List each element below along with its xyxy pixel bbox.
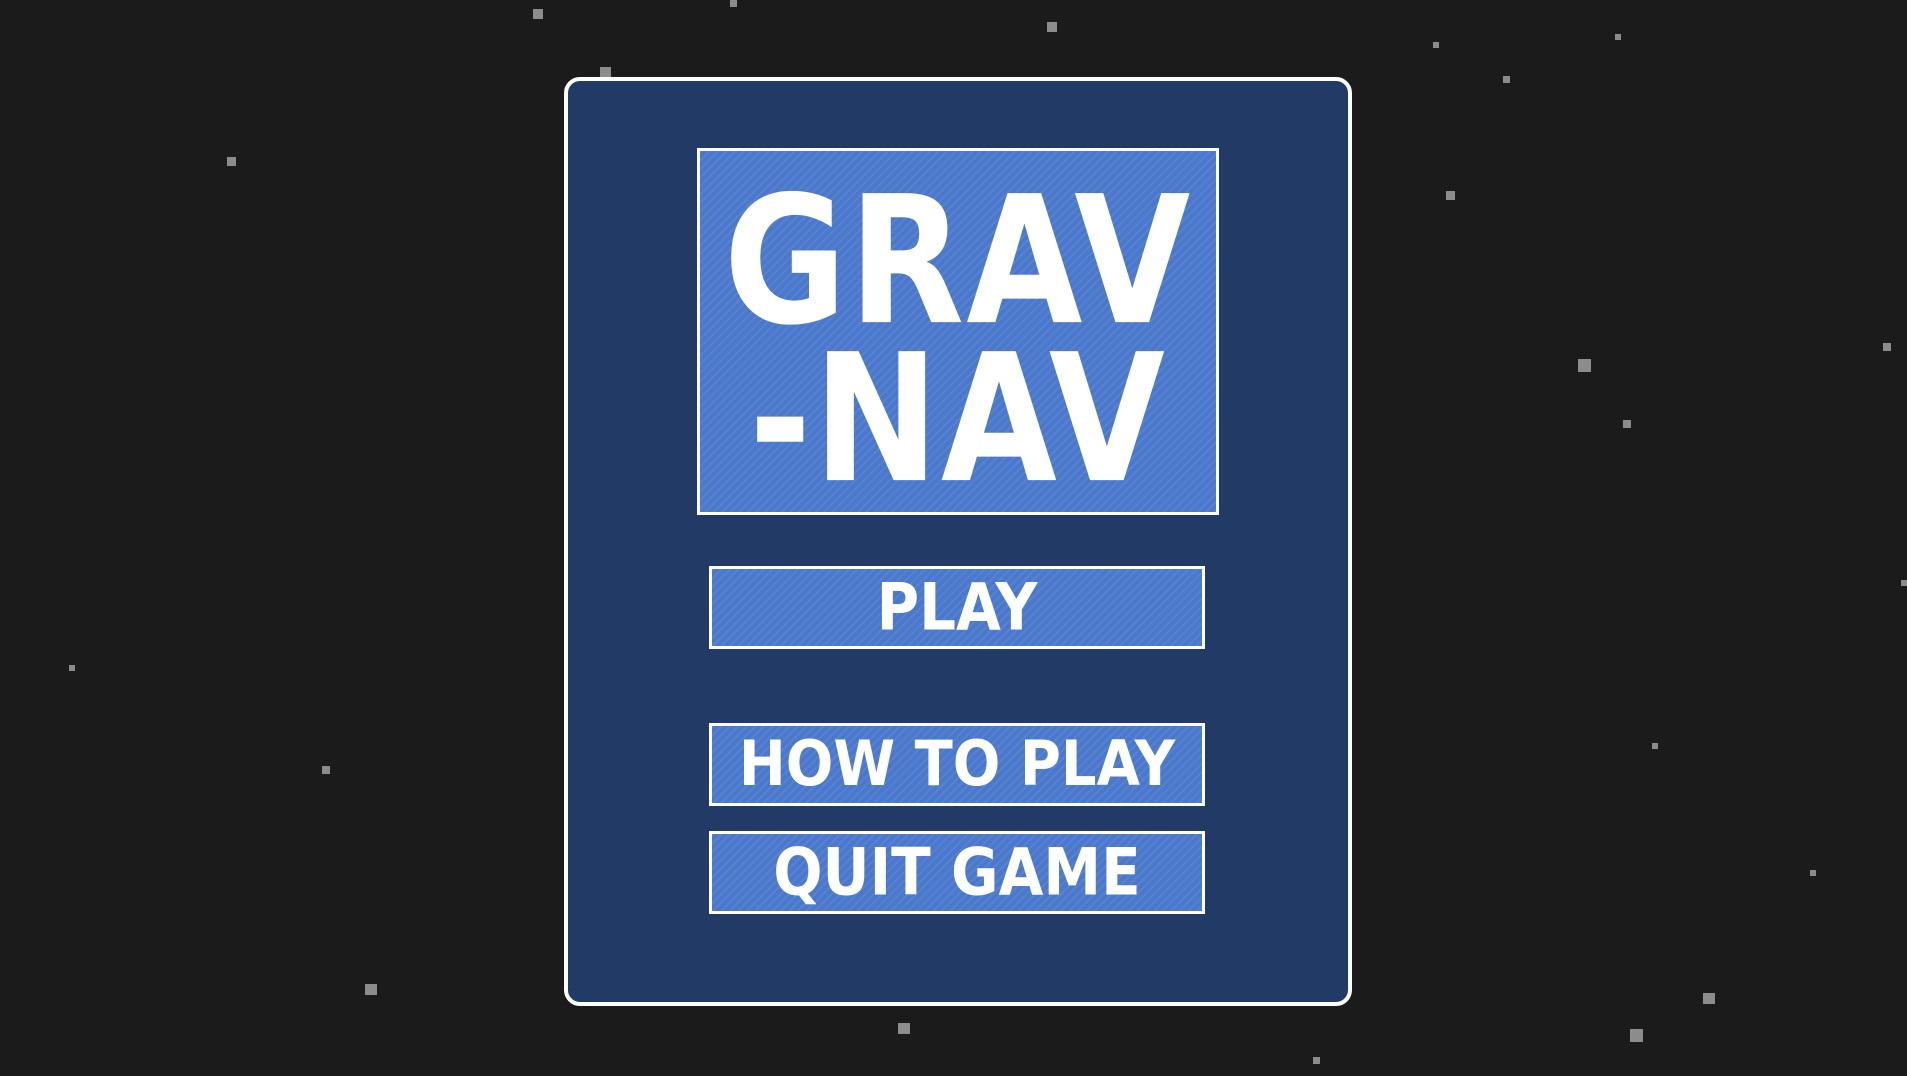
star: [1883, 343, 1891, 351]
star: [365, 984, 377, 995]
star: [322, 766, 330, 774]
star: [1503, 76, 1510, 83]
star: [1652, 743, 1658, 749]
star: [1703, 993, 1715, 1004]
play-button-label: PLAY: [876, 568, 1038, 646]
star: [1623, 420, 1631, 428]
quit-game-button-label: QUIT GAME: [773, 833, 1141, 911]
star: [1630, 1029, 1643, 1042]
star: [600, 67, 611, 77]
star: [227, 157, 236, 166]
star: [1810, 870, 1816, 876]
star: [1433, 42, 1439, 48]
star: [898, 1023, 910, 1034]
star: [1313, 1057, 1320, 1064]
star: [1047, 22, 1057, 32]
logo-title-line-2: -NAV: [749, 317, 1167, 523]
star: [69, 665, 75, 671]
star: [1615, 34, 1621, 40]
play-button[interactable]: PLAY: [709, 566, 1205, 649]
star: [533, 9, 543, 19]
star: [1446, 191, 1455, 200]
quit-game-button[interactable]: QUIT GAME: [709, 831, 1205, 914]
how-to-play-button[interactable]: HOW TO PLAY: [709, 723, 1205, 806]
how-to-play-button-label: HOW TO PLAY: [738, 728, 1176, 801]
star: [1901, 580, 1907, 586]
star: [730, 0, 737, 7]
game-logo: GRAV -NAV: [697, 148, 1219, 515]
star: [1578, 359, 1591, 372]
